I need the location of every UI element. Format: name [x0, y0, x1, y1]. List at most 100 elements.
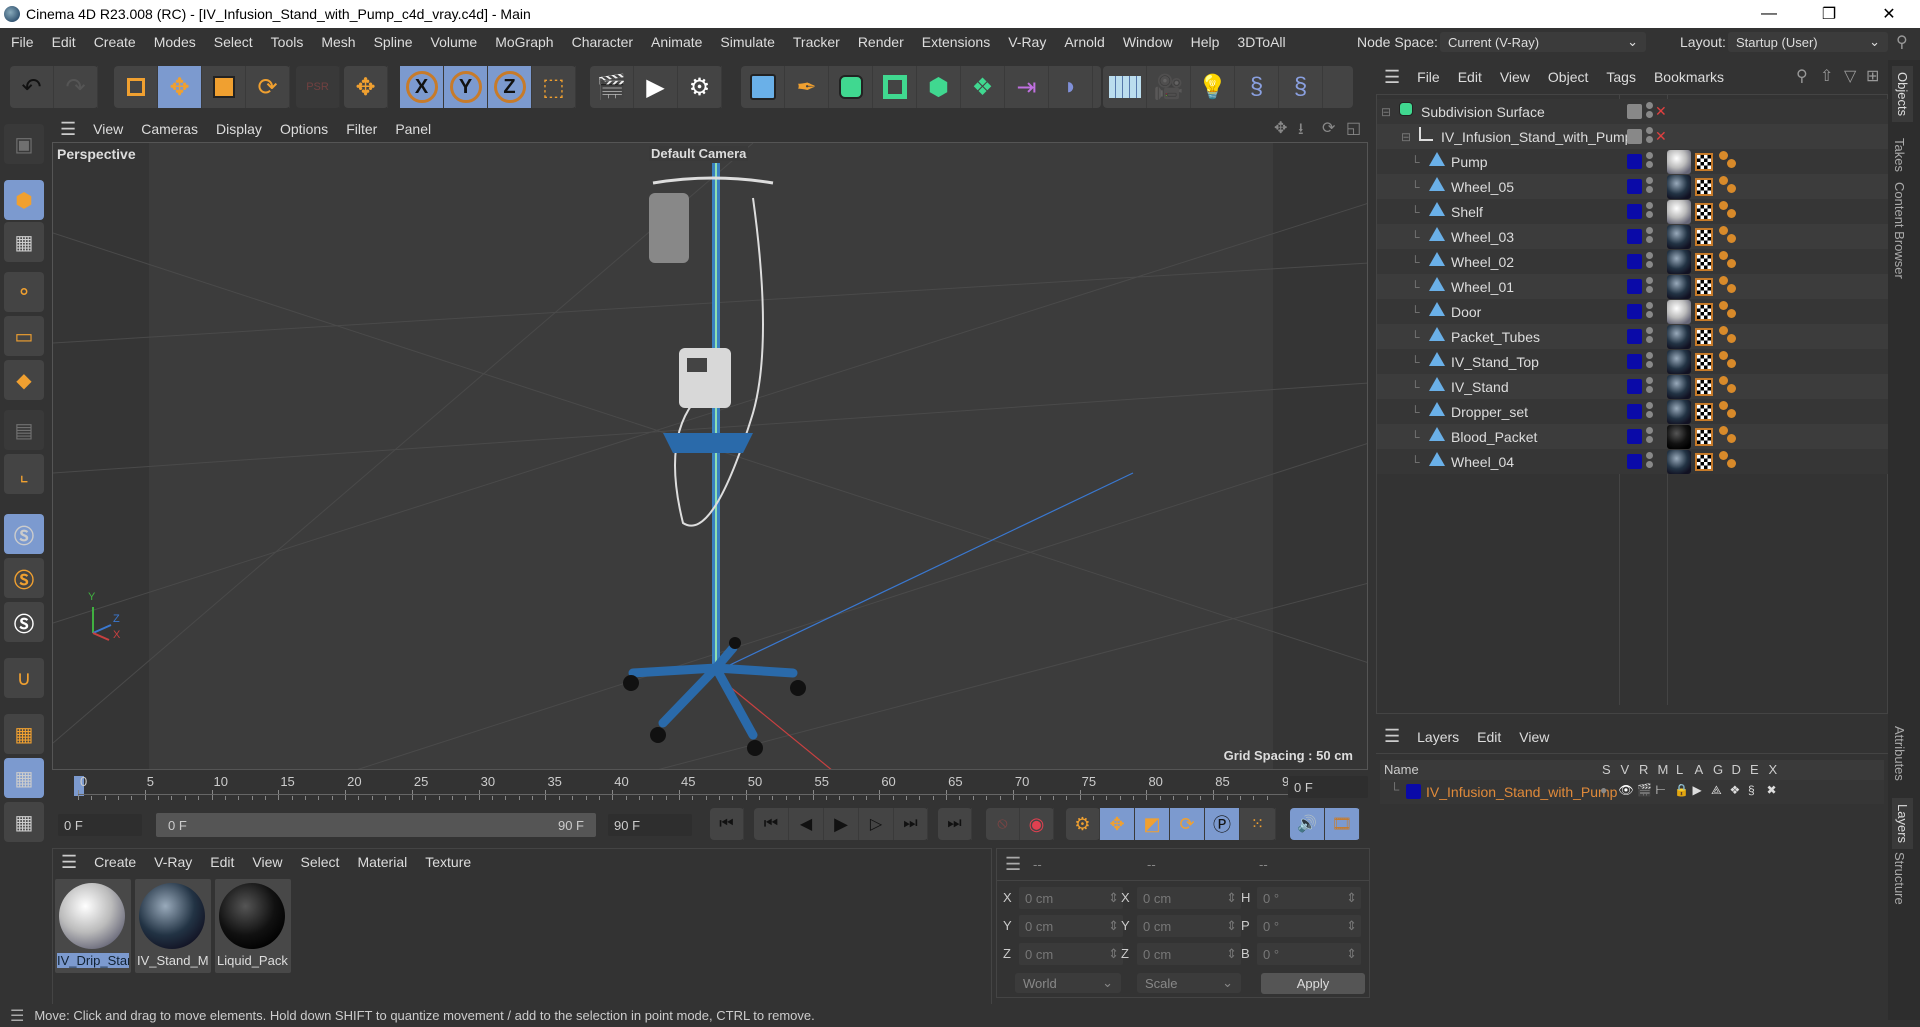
coord-field[interactable]: 0 ° ⇕ — [1257, 943, 1361, 965]
undo-icon[interactable]: ↶ — [10, 66, 54, 108]
material-tag-icon[interactable] — [1667, 450, 1691, 474]
coord-field[interactable]: 0 cm ⇕ — [1137, 943, 1241, 965]
make-editable-icon[interactable]: ▣ — [4, 124, 44, 164]
layer-name[interactable]: IV_Infusion_Stand_with_Pump — [1426, 784, 1617, 800]
object-row[interactable]: └ Door — [1377, 299, 1889, 324]
key-position-button[interactable]: ✥ — [1100, 808, 1135, 840]
uvw-tag-icon[interactable] — [1695, 453, 1713, 471]
autokey-button[interactable]: ◉ — [1020, 808, 1054, 840]
record-key-button[interactable]: ⦸ — [986, 808, 1020, 840]
visibility-dots[interactable] — [1646, 150, 1654, 170]
layer-color-swatch[interactable] — [1627, 179, 1642, 194]
layer-color-swatch[interactable] — [1627, 429, 1642, 444]
material-menu-item-texture[interactable]: Texture — [416, 854, 480, 870]
object-row[interactable]: └ Pump — [1377, 149, 1889, 174]
viewport-menu-item-panel[interactable]: Panel — [386, 121, 440, 137]
material-menu-item-select[interactable]: Select — [292, 854, 349, 870]
hamburger-icon[interactable]: ☰ — [52, 119, 84, 140]
filter-icon[interactable]: ▽ — [1844, 66, 1856, 86]
render-settings-icon[interactable]: ⚙ — [678, 66, 722, 108]
pen-icon[interactable]: ✒ — [785, 66, 829, 108]
material-tag-icon[interactable] — [1667, 375, 1691, 399]
edges-mode-icon[interactable]: ▭ — [4, 316, 44, 356]
node-space-select[interactable]: Current (V-Ray) ⌄ — [1440, 32, 1646, 52]
object-row[interactable]: └ Packet_Tubes — [1377, 324, 1889, 349]
workplane-align-icon[interactable]: ▦ — [4, 802, 44, 842]
menu-item-create[interactable]: Create — [85, 34, 145, 50]
keyframe-settings-button[interactable]: ⚙ — [1066, 808, 1100, 840]
menu-item-volume[interactable]: Volume — [422, 34, 487, 50]
rotate-view-icon[interactable]: ⟳ — [1322, 118, 1335, 138]
menu-item-character[interactable]: Character — [563, 34, 642, 50]
layer-menu-item-edit[interactable]: Edit — [1468, 729, 1510, 745]
material-tag-icon[interactable] — [1667, 225, 1691, 249]
viewport-menu-item-options[interactable]: Options — [271, 121, 337, 137]
material-tag-icon[interactable] — [1667, 325, 1691, 349]
model-mode-icon[interactable]: ⬢ — [4, 180, 44, 220]
uvw-tag-icon[interactable] — [1695, 228, 1713, 246]
visibility-dots[interactable] — [1646, 450, 1654, 470]
solo-icon[interactable]: Ⓢ — [4, 514, 44, 554]
hamburger-icon[interactable]: ☰ — [53, 852, 85, 873]
viewport-menu-item-cameras[interactable]: Cameras — [132, 121, 207, 137]
visibility-dots[interactable] — [1646, 250, 1654, 270]
visibility-dots[interactable] — [1646, 325, 1654, 345]
menu-item-extensions[interactable]: Extensions — [913, 34, 999, 50]
prev-frame-button[interactable]: ◀ — [789, 808, 824, 840]
workplane-icon[interactable]: ▦ — [4, 714, 44, 754]
uvw-tag-icon[interactable] — [1695, 203, 1713, 221]
visibility-dots[interactable] — [1646, 275, 1654, 295]
live-selection-icon[interactable] — [114, 66, 158, 108]
locked-workplane-icon[interactable]: ▦ — [4, 758, 44, 798]
stepper-icon[interactable]: ⇕ — [1346, 946, 1357, 962]
coordinate-mode-select[interactable]: Scale ⌄ — [1137, 973, 1241, 993]
menu-item-3dtoall[interactable]: 3DToAll — [1228, 34, 1294, 50]
disabled-x-icon[interactable]: ✕ — [1655, 103, 1667, 120]
tab-objects[interactable]: Objects — [1892, 66, 1913, 123]
layer-color-swatch[interactable] — [1627, 204, 1642, 219]
generators-icon[interactable]: ⟁ — [1711, 783, 1722, 798]
menu-item-render[interactable]: Render — [849, 34, 913, 50]
layer-color-swatch[interactable] — [1627, 404, 1642, 419]
uvw-tag-icon[interactable] — [1695, 278, 1713, 296]
timeline-film-button[interactable]: 🎞 — [1325, 808, 1360, 840]
lock-icon[interactable]: 🔒 — [1674, 783, 1689, 797]
tab-content-browser[interactable]: Content Browser — [1892, 182, 1907, 279]
vray-tag-icon[interactable] — [1719, 251, 1739, 271]
viewport-menu-item-filter[interactable]: Filter — [337, 121, 386, 137]
visibility-dots[interactable] — [1646, 225, 1654, 245]
current-frame-field[interactable]: 0 F — [1288, 776, 1368, 798]
material-tag-icon[interactable] — [1667, 250, 1691, 274]
disabled-x-icon[interactable]: ✕ — [1655, 128, 1667, 145]
coordinate-system-icon[interactable]: ⬚ — [532, 66, 576, 108]
pan-view-icon[interactable]: ✥ — [1274, 118, 1287, 138]
floor-icon[interactable] — [1103, 66, 1147, 108]
material-item[interactable]: IV_Stand_M — [135, 879, 211, 973]
start-frame-field[interactable]: 0 F — [58, 814, 142, 836]
solo-off-icon[interactable]: Ⓢ — [4, 602, 44, 642]
object-row[interactable]: └ IV_Stand — [1377, 374, 1889, 399]
viewport-menu-item-view[interactable]: View — [84, 121, 132, 137]
layer-color-swatch[interactable] — [1406, 784, 1421, 799]
object-menu-item-tags[interactable]: Tags — [1597, 69, 1645, 85]
material-menu-item-material[interactable]: Material — [348, 854, 416, 870]
axis-mode-icon[interactable]: ⌞ — [4, 454, 44, 494]
menu-item-spline[interactable]: Spline — [365, 34, 422, 50]
close-button[interactable]: ✕ — [1866, 0, 1912, 28]
vray-tag-icon[interactable] — [1719, 451, 1739, 471]
coord-field[interactable]: 0 cm ⇕ — [1019, 943, 1123, 965]
stepper-icon[interactable]: ⇕ — [1226, 946, 1237, 962]
object-menu-item-file[interactable]: File — [1408, 69, 1449, 85]
polygons-mode-icon[interactable]: ◆ — [4, 360, 44, 400]
vray-tag-icon[interactable] — [1719, 301, 1739, 321]
coord-field[interactable]: 0 ° ⇕ — [1257, 887, 1361, 909]
layer-color-swatch[interactable] — [1627, 354, 1642, 369]
hamburger-icon[interactable]: ☰ — [1376, 67, 1408, 88]
tab-takes[interactable]: Takes — [1892, 138, 1907, 172]
material-tag-icon[interactable] — [1667, 300, 1691, 324]
layer-color-swatch[interactable] — [1627, 329, 1642, 344]
material-menu-item-edit[interactable]: Edit — [201, 854, 243, 870]
maximize-view-icon[interactable]: ◱ — [1346, 118, 1361, 138]
rotate-icon[interactable]: ⟳ — [246, 66, 290, 108]
menu-item-mesh[interactable]: Mesh — [312, 34, 364, 50]
